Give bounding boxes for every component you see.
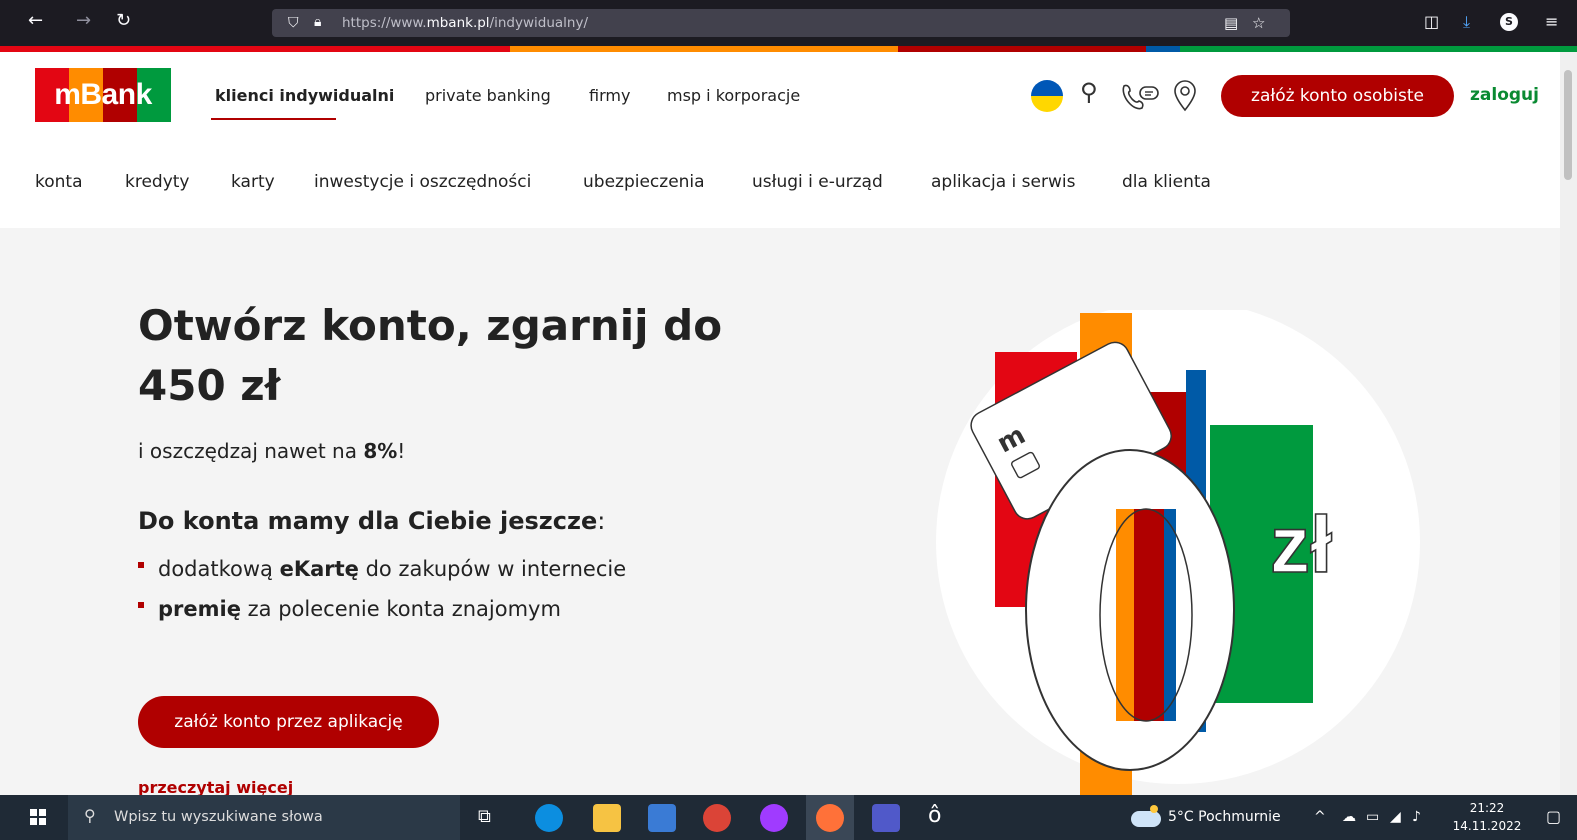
open-account-via-app-button[interactable]: załóż konto przez aplikację: [138, 696, 439, 748]
address-bar[interactable]: ⛉ 🔒︎ https://www.mbank.pl/indywidualny/ …: [272, 9, 1290, 37]
hero-title: Otwórz konto, zgarnij do 450 zł: [138, 301, 723, 410]
task-view-icon[interactable]: ⧉: [478, 806, 491, 827]
extras-title: Do konta mamy dla Ciebie jeszcze:: [138, 507, 606, 535]
logo-text: mBank: [54, 78, 152, 111]
menu-icon[interactable]: ≡: [1545, 12, 1558, 31]
back-icon[interactable]: ←: [28, 10, 43, 31]
chevron-up-icon[interactable]: ^: [1314, 809, 1326, 825]
list-item: dodatkową eKartę do zakupów w internecie: [138, 557, 626, 581]
chrome-icon[interactable]: [703, 804, 731, 832]
teams-icon[interactable]: [872, 804, 900, 832]
download-icon[interactable]: ⤓: [1463, 12, 1470, 32]
taskbar-search-placeholder: Wpisz tu wyszukiwane słowa: [114, 809, 323, 825]
subnav-inwestycje[interactable]: inwestycje i oszczędności: [314, 172, 531, 192]
subnav-konta[interactable]: konta: [35, 172, 83, 192]
network-icon[interactable]: ◢: [1390, 809, 1401, 825]
clock-time: 21:22: [1469, 801, 1505, 815]
account-avatar[interactable]: S: [1500, 13, 1518, 31]
subnav-uslugi[interactable]: usługi i e-urząd: [752, 172, 883, 192]
scrollbar-thumb[interactable]: [1564, 70, 1572, 180]
search-icon[interactable]: ⚲: [1080, 78, 1098, 106]
location-pin-icon[interactable]: [1172, 80, 1198, 112]
file-explorer-icon[interactable]: [593, 804, 621, 832]
open-personal-account-button[interactable]: załóż konto osobiste: [1221, 75, 1454, 117]
contact-phone-icon[interactable]: [1120, 82, 1162, 112]
weather-sun-icon: [1150, 805, 1158, 813]
bookmark-star-icon[interactable]: ☆: [1252, 14, 1265, 32]
url-text[interactable]: https://www.mbank.pl/indywidualny/: [342, 15, 588, 31]
battery-icon[interactable]: ▭: [1366, 809, 1379, 825]
pocket-icon[interactable]: ◫: [1424, 12, 1439, 31]
topnav-private-banking[interactable]: private banking: [425, 86, 551, 105]
windows-start-icon[interactable]: [30, 809, 46, 825]
clock-date: 14.11.2022: [1452, 819, 1522, 833]
edge-icon[interactable]: [535, 804, 563, 832]
taskbar-clock[interactable]: 21:22 14.11.2022: [1452, 799, 1522, 835]
subnav-karty[interactable]: karty: [231, 172, 275, 192]
reader-view-icon[interactable]: ▤: [1224, 14, 1238, 32]
taskbar-search-box[interactable]: ⚲ Wpisz tu wyszukiwane słowa: [68, 795, 460, 840]
store-icon[interactable]: [648, 804, 676, 832]
login-link[interactable]: zaloguj: [1470, 85, 1539, 105]
reload-icon[interactable]: ↻: [116, 10, 131, 31]
shield-icon[interactable]: ⛉: [288, 15, 299, 31]
volume-icon[interactable]: ♪: [1412, 809, 1421, 825]
read-more-link[interactable]: przeczytaj więcej: [138, 778, 293, 795]
topnav-firmy[interactable]: firmy: [589, 86, 630, 105]
active-tab-underline: [211, 118, 336, 120]
topnav-msp-i-korporacje[interactable]: msp i korporacje: [667, 86, 800, 105]
subnav-kredyty[interactable]: kredyty: [125, 172, 190, 192]
app-icon[interactable]: ô: [928, 803, 941, 828]
unit-label: zł: [1270, 500, 1332, 589]
mbank-logo[interactable]: mBank: [35, 68, 171, 122]
weather-text[interactable]: 5°C Pochmurnie: [1168, 809, 1281, 825]
onedrive-icon[interactable]: ☁: [1342, 809, 1356, 825]
browser-toolbar: ← → ↻ ⛉ 🔒︎ https://www.mbank.pl/indywidu…: [0, 0, 1577, 46]
page: mBank klienci indywidualni private banki…: [0, 52, 1560, 795]
site-header: mBank klienci indywidualni private banki…: [0, 52, 1560, 228]
weather-cloud-icon[interactable]: [1131, 811, 1161, 827]
notifications-icon[interactable]: ▢: [1546, 807, 1561, 826]
subnav-dla-klienta[interactable]: dla klienta: [1122, 172, 1211, 192]
firefox-icon[interactable]: [816, 804, 844, 832]
ukraine-flag-icon[interactable]: [1031, 80, 1063, 112]
topnav-klienci-indywidualni[interactable]: klienci indywidualni: [215, 86, 394, 105]
list-item: premię za polecenie konta znajomym: [138, 597, 561, 621]
hero-subtitle: i oszczędzaj nawet na 8%!: [138, 439, 406, 463]
messenger-icon[interactable]: [760, 804, 788, 832]
subnav-ubezpieczenia[interactable]: ubezpieczenia: [583, 172, 705, 192]
forward-icon[interactable]: →: [76, 10, 91, 31]
windows-taskbar: ⚲ Wpisz tu wyszukiwane słowa ⧉ ô 5°C Poc…: [0, 795, 1577, 840]
subnav-aplikacja[interactable]: aplikacja i serwis: [931, 172, 1075, 192]
search-icon: ⚲: [84, 806, 96, 825]
hero-illustration: m zł: [936, 310, 1420, 795]
lock-icon[interactable]: 🔒︎: [314, 14, 321, 30]
